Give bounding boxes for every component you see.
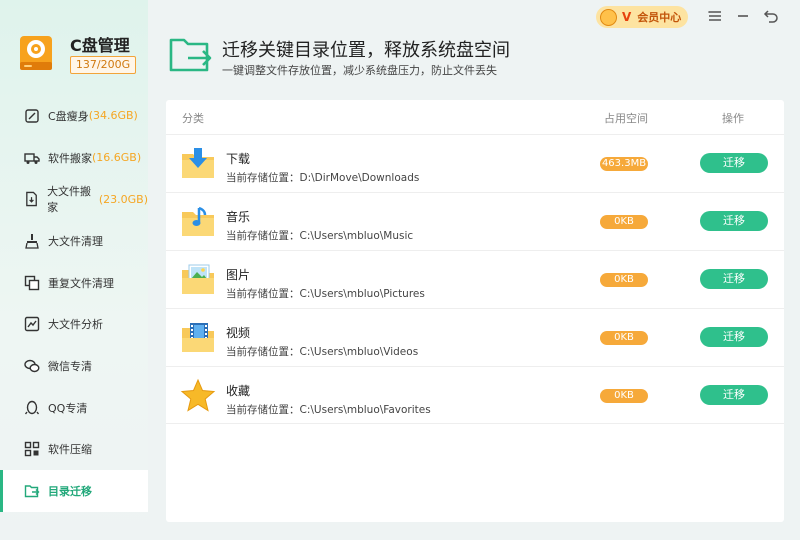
space-badge: 0KB <box>600 331 648 345</box>
migrate-button[interactable]: 迁移 <box>700 269 768 289</box>
sidebar-item-dir-migrate[interactable]: 目录迁移 <box>0 470 148 512</box>
analysis-icon <box>24 317 40 332</box>
broom-icon <box>25 109 39 123</box>
path-value: C:\Users\mbluo\Music <box>299 230 414 242</box>
space-badge: 0KB <box>600 215 648 229</box>
vip-avatar-icon <box>600 8 617 26</box>
migration-table: 分类 占用空间 操作 下载 当前存储位置：D:\DirMove\Download… <box>166 100 784 522</box>
sidebar-item-wechat-clean[interactable]: 微信专清 <box>0 345 148 387</box>
column-header-action: 操作 <box>722 112 744 125</box>
app-title: C盘管理 <box>70 36 130 55</box>
folder-name: 音乐 <box>226 210 251 224</box>
column-header-category: 分类 <box>182 112 204 125</box>
duplicate-icon <box>24 275 40 290</box>
sidebar-item-software-move[interactable]: 软件搬家 (16.6GB) <box>0 137 148 179</box>
path-value: C:\Users\mbluo\Favorites <box>299 404 431 416</box>
vip-center-label: 会员中心 <box>637 11 682 24</box>
pictures-folder-icon <box>182 264 214 294</box>
sidebar-item-label: 重复文件清理 <box>48 276 114 290</box>
minimize-button[interactable] <box>734 8 752 26</box>
migrate-button[interactable]: 迁移 <box>700 211 768 231</box>
sidebar-nav: C盘瘦身 (34.6GB) 软件搬家 (16.6GB) 大文件搬家 (23.0GB) … <box>0 95 148 512</box>
table-row: 收藏 当前存储位置：C:\Users\mbluo\Favorites 0KB 迁… <box>166 366 784 424</box>
column-header-space: 占用空间 <box>604 112 648 125</box>
favorites-star-icon <box>180 378 216 412</box>
sidebar-item-big-file-move[interactable]: 大文件搬家 (23.0GB) <box>0 178 148 220</box>
back-icon <box>763 10 778 23</box>
wechat-icon <box>24 359 40 373</box>
sidebar-item-size: (16.6GB) <box>92 151 142 165</box>
folder-path: 当前存储位置：C:\Users\mbluo\Favorites <box>226 402 431 417</box>
videos-folder-icon <box>182 323 214 352</box>
music-folder-icon <box>182 206 214 236</box>
folder-name: 图片 <box>226 268 251 282</box>
folder-name: 视频 <box>226 326 251 340</box>
sidebar-item-size: (34.6GB) <box>88 109 138 123</box>
migrate-button[interactable]: 迁移 <box>700 153 768 173</box>
migrate-button[interactable]: 迁移 <box>700 385 768 405</box>
sidebar-item-label: 微信专清 <box>48 359 92 373</box>
sidebar: C盘管理 137/200G C盘瘦身 (34.6GB) 软件搬家 (16.6GB) … <box>0 0 148 540</box>
sidebar-item-big-file-clean[interactable]: 大文件清理 <box>0 220 148 262</box>
truck-icon <box>24 152 40 164</box>
sidebar-item-label: 软件搬家 <box>48 151 92 165</box>
migrate-button[interactable]: 迁移 <box>700 327 768 347</box>
table-row: 音乐 当前存储位置：C:\Users\mbluo\Music 0KB 迁移 <box>166 192 784 250</box>
back-button[interactable] <box>762 8 780 26</box>
sidebar-item-software-compress[interactable]: 软件压缩 <box>0 429 148 471</box>
path-value: C:\Users\mbluo\Videos <box>299 346 419 358</box>
table-row: 视频 当前存储位置：C:\Users\mbluo\Videos 0KB 迁移 <box>166 308 784 366</box>
path-prefix: 当前存储位置： <box>226 230 300 242</box>
sidebar-item-label: 目录迁移 <box>48 485 92 499</box>
path-prefix: 当前存储位置： <box>226 288 300 300</box>
disk-capacity: 137/200G <box>70 56 136 74</box>
qq-icon <box>24 400 40 415</box>
page-subtitle: 一键调整文件存放位置，减少系统盘压力，防止文件丢失 <box>222 64 497 77</box>
brush-icon <box>25 233 39 249</box>
space-badge: 0KB <box>600 389 648 403</box>
big-file-move-icon <box>26 191 37 207</box>
path-prefix: 当前存储位置： <box>226 346 300 358</box>
folder-migrate-icon <box>169 38 212 72</box>
menu-icon <box>708 11 721 21</box>
folder-export-icon <box>24 485 40 498</box>
menu-button[interactable] <box>706 8 724 26</box>
sidebar-item-label: 大文件搬家 <box>47 185 92 215</box>
sidebar-item-label: 大文件分析 <box>48 318 103 332</box>
brand: C盘管理 137/200G <box>14 30 144 80</box>
folder-path: 当前存储位置：C:\Users\mbluo\Pictures <box>226 286 425 301</box>
sidebar-item-qq-clean[interactable]: QQ专清 <box>0 387 148 429</box>
folder-path: 当前存储位置：C:\Users\mbluo\Music <box>226 228 413 243</box>
vip-center-button[interactable]: V 会员中心 <box>596 6 688 28</box>
sidebar-item-size: (23.0GB) <box>98 192 148 206</box>
folder-name: 收藏 <box>226 384 251 398</box>
sidebar-item-label: QQ专清 <box>48 401 88 415</box>
folder-name: 下载 <box>226 152 251 166</box>
vip-badge: V <box>622 10 632 24</box>
sidebar-item-duplicate-clean[interactable]: 重复文件清理 <box>0 262 148 304</box>
sidebar-item-big-file-analysis[interactable]: 大文件分析 <box>0 303 148 345</box>
minimize-icon <box>738 15 748 17</box>
table-row: 图片 当前存储位置：C:\Users\mbluo\Pictures 0KB 迁移 <box>166 250 784 308</box>
compress-icon <box>24 442 40 457</box>
sidebar-item-label: 大文件清理 <box>48 234 103 248</box>
table-row: 下载 当前存储位置：D:\DirMove\Downloads 463.3MB 迁… <box>166 134 784 192</box>
path-value: C:\Users\mbluo\Pictures <box>299 288 425 300</box>
sidebar-item-label: C盘瘦身 <box>48 109 89 123</box>
space-badge: 0KB <box>600 273 648 287</box>
folder-path: 当前存储位置：C:\Users\mbluo\Videos <box>226 344 418 359</box>
disk-logo-icon <box>20 36 52 70</box>
page-title: 迁移关键目录位置，释放系统盘空间 <box>222 40 510 61</box>
folder-path: 当前存储位置：D:\DirMove\Downloads <box>226 170 419 185</box>
path-prefix: 当前存储位置： <box>226 404 300 416</box>
sidebar-item-label: 软件压缩 <box>48 443 92 457</box>
space-badge: 463.3MB <box>600 157 648 171</box>
downloads-folder-icon <box>182 148 214 178</box>
sidebar-item-c-slim[interactable]: C盘瘦身 (34.6GB) <box>0 95 148 137</box>
path-value: D:\DirMove\Downloads <box>299 172 420 184</box>
path-prefix: 当前存储位置： <box>226 172 300 184</box>
